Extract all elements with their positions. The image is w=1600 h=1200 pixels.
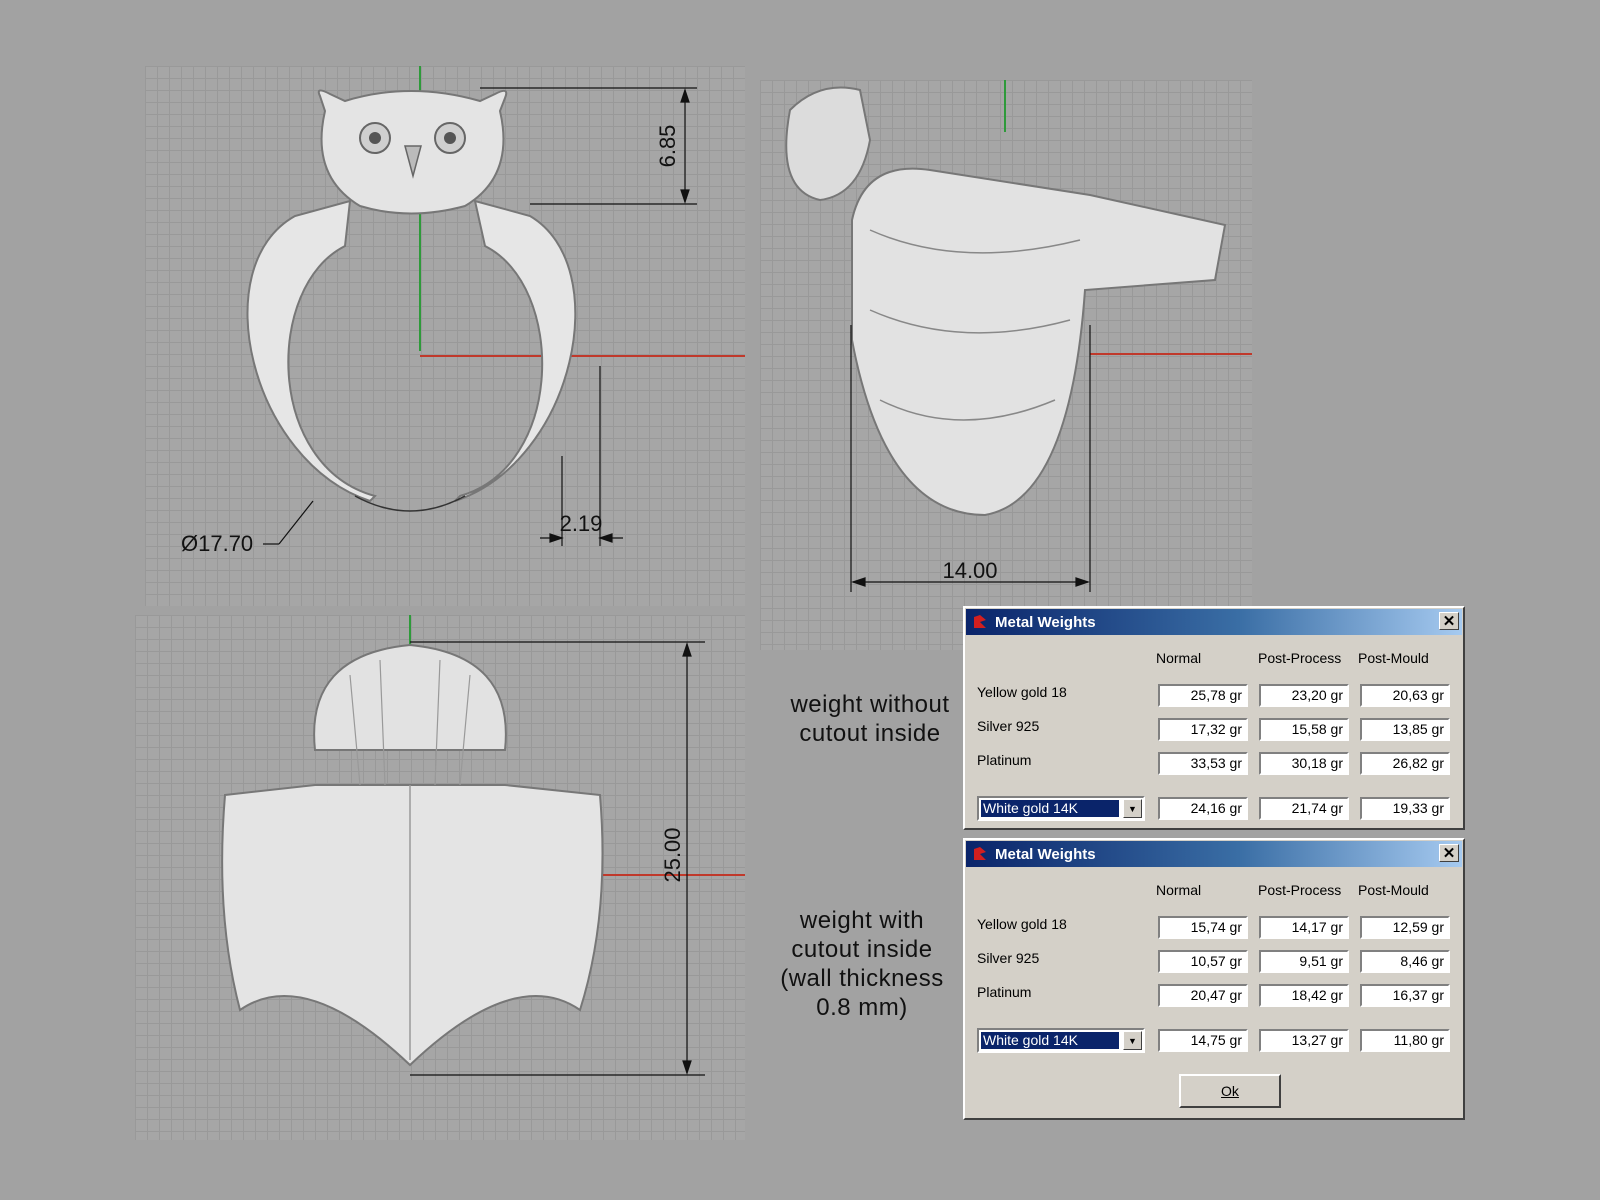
- col-header-post-process: Post-Process: [1258, 650, 1342, 666]
- weight-field[interactable]: 9,51 gr: [1259, 950, 1349, 973]
- col-header-post-mould: Post-Mould: [1358, 882, 1429, 898]
- weight-field[interactable]: 24,16 gr: [1158, 797, 1248, 820]
- weight-field[interactable]: 8,46 gr: [1360, 950, 1450, 973]
- col-header-normal: Normal: [1156, 882, 1202, 898]
- note-with-cutout: weight with cutout inside (wall thicknes…: [780, 907, 944, 1021]
- side-view-drawing: 14.00: [785, 80, 1252, 592]
- dim-band-width: 2.19: [560, 511, 603, 536]
- weight-field[interactable]: 15,74 gr: [1158, 916, 1248, 939]
- weight-field[interactable]: 30,18 gr: [1259, 752, 1349, 775]
- metal-weights-dialog-bottom[interactable]: Metal Weights ✕ Normal Post-Process Post…: [963, 838, 1465, 1120]
- dialog-titlebar[interactable]: Metal Weights ✕: [966, 841, 1462, 867]
- ring-side-shape: [785, 86, 1227, 517]
- weight-field[interactable]: 20,63 gr: [1360, 684, 1450, 707]
- row-label-silver: Silver 925: [977, 718, 1040, 734]
- dialog-title: Metal Weights: [995, 613, 1096, 631]
- close-button[interactable]: ✕: [1439, 844, 1459, 862]
- weight-field[interactable]: 15,58 gr: [1259, 718, 1349, 741]
- weight-field[interactable]: 21,74 gr: [1259, 797, 1349, 820]
- row-label-yellow-gold: Yellow gold 18: [977, 684, 1067, 700]
- bottom-view-drawing: 25.00: [221, 615, 745, 1076]
- dim-bottom-length: 25.00: [660, 827, 685, 882]
- col-header-normal: Normal: [1156, 650, 1202, 666]
- dim-diameter: Ø17.70: [181, 531, 253, 556]
- bottom-viewport[interactable]: 25.00: [135, 615, 745, 1140]
- weight-field[interactable]: 18,42 gr: [1259, 984, 1349, 1007]
- close-button[interactable]: ✕: [1439, 612, 1459, 630]
- weight-field[interactable]: 19,33 gr: [1360, 797, 1450, 820]
- row-label-silver: Silver 925: [977, 950, 1040, 966]
- weight-field[interactable]: 11,80 gr: [1360, 1029, 1450, 1052]
- weight-field[interactable]: 12,59 gr: [1360, 916, 1450, 939]
- weight-field[interactable]: 33,53 gr: [1158, 752, 1248, 775]
- row-label-yellow-gold: Yellow gold 18: [977, 916, 1067, 932]
- side-viewport[interactable]: 14.00: [760, 80, 1252, 650]
- row-label-platinum: Platinum: [977, 984, 1032, 1000]
- weight-field[interactable]: 17,32 gr: [1158, 718, 1248, 741]
- ok-button[interactable]: Ok: [1179, 1074, 1281, 1108]
- dialog-titlebar[interactable]: Metal Weights ✕: [966, 609, 1462, 635]
- metal-weights-dialog-top[interactable]: Metal Weights ✕ Normal Post-Process Post…: [963, 606, 1465, 830]
- front-viewport[interactable]: 6.85 2.19 Ø17.70: [145, 66, 745, 606]
- weight-field[interactable]: 16,37 gr: [1360, 984, 1450, 1007]
- dialog-title: Metal Weights: [995, 845, 1096, 863]
- weight-field[interactable]: 10,57 gr: [1158, 950, 1248, 973]
- weight-field[interactable]: 13,85 gr: [1360, 718, 1450, 741]
- row-label-platinum: Platinum: [977, 752, 1032, 768]
- weight-field[interactable]: 20,47 gr: [1158, 984, 1248, 1007]
- metal-select-value: White gold 14K: [981, 1032, 1119, 1049]
- dim-top-height: 6.85: [655, 125, 680, 168]
- weight-field[interactable]: 26,82 gr: [1360, 752, 1450, 775]
- metal-select[interactable]: White gold 14K ▼: [977, 796, 1145, 821]
- metal-select-value: White gold 14K: [981, 800, 1119, 817]
- weight-field[interactable]: 14,17 gr: [1259, 916, 1349, 939]
- col-header-post-mould: Post-Mould: [1358, 650, 1429, 666]
- dim-side-depth: 14.00: [942, 558, 997, 583]
- chevron-down-icon: ▼: [1128, 1035, 1137, 1046]
- chevron-down-icon: ▼: [1128, 803, 1137, 814]
- note-without-cutout: weight without cutout inside: [790, 691, 950, 747]
- dropdown-button[interactable]: ▼: [1123, 1031, 1142, 1050]
- weight-field[interactable]: 14,75 gr: [1158, 1029, 1248, 1052]
- close-icon: ✕: [1442, 844, 1456, 862]
- front-view-drawing: 6.85 2.19 Ø17.70: [181, 66, 745, 556]
- close-icon: ✕: [1442, 612, 1456, 630]
- weight-field[interactable]: 25,78 gr: [1158, 684, 1248, 707]
- metal-select[interactable]: White gold 14K ▼: [977, 1028, 1145, 1053]
- app-icon: [974, 847, 986, 860]
- weight-field[interactable]: 13,27 gr: [1259, 1029, 1349, 1052]
- app-icon: [974, 615, 986, 628]
- col-header-post-process: Post-Process: [1258, 882, 1342, 898]
- ring-bottom-shape: [221, 643, 604, 1067]
- weight-field[interactable]: 23,20 gr: [1259, 684, 1349, 707]
- ring-front-shape: [246, 89, 577, 512]
- dropdown-button[interactable]: ▼: [1123, 799, 1142, 818]
